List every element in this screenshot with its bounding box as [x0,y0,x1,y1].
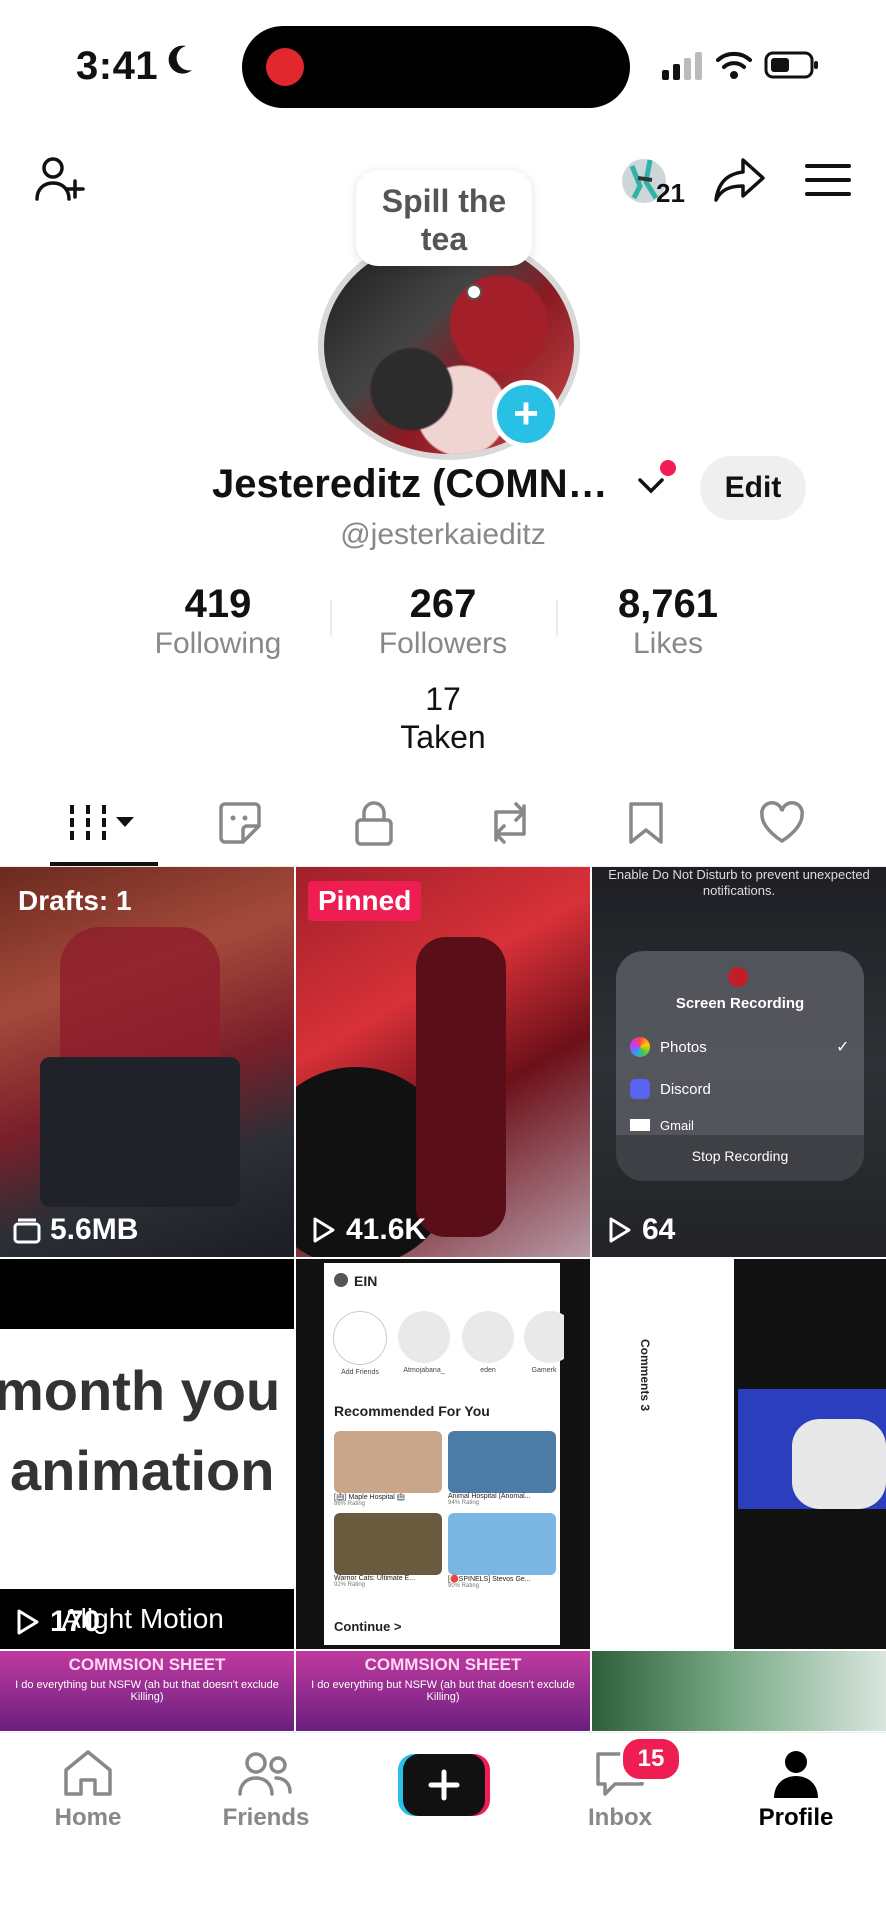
stat-likes[interactable]: 8,761 Likes [568,582,768,662]
sheet-subtitle: I do everything but NSFW (ah but that do… [311,1679,575,1703]
play-icon [313,1217,335,1243]
chevron-down-icon[interactable] [636,474,666,498]
notification-dot [660,460,676,476]
sticker-icon [219,802,261,844]
battery-icon [764,50,820,80]
nav-profile[interactable]: Profile [736,1748,856,1832]
option-discord: Discord [660,1080,711,1098]
stat-taken[interactable]: 17 Taken [343,680,543,756]
active-tab-indicator [50,862,158,866]
tab-reposts[interactable] [436,790,584,856]
stat-value: 419 [184,582,252,626]
video-meta: 41.6K [308,1213,426,1247]
play-icon [17,1609,39,1635]
profile-icon [774,1751,818,1798]
video-thumbnail-comments[interactable]: Comments 3 [592,1259,886,1649]
heart-icon [760,801,804,844]
view-count: 41.6K [346,1213,427,1246]
drafts-badge: Drafts: 1 [18,885,132,916]
stat-label: Likes [632,627,704,660]
wifi-icon [716,50,752,80]
add-user-icon[interactable] [30,150,90,210]
nav-label: Inbox [588,1804,652,1831]
menu-icon[interactable] [798,150,858,210]
overlay-title: Screen Recording [675,995,805,1012]
dnd-text: Enable Do Not Disturb to prevent unexpec… [608,867,870,898]
pinned-badge: Pinned [308,881,422,921]
tab-favorites[interactable] [572,790,720,856]
stat-divider [556,600,558,636]
nav-label: Profile [758,1804,834,1831]
tab-stickers[interactable] [166,790,314,856]
discord-icon [630,1079,650,1099]
video-meta: 170 [12,1605,100,1639]
status-time: 3:41 [76,44,159,88]
tab-liked[interactable] [708,790,856,856]
stat-followers[interactable]: 267 Followers [343,582,543,662]
stat-label: Taken [400,719,486,755]
sheet-subtitle: I do everything but NSFW (ah but that do… [15,1679,279,1703]
display-name: Jestereditz (COMN… [212,462,608,506]
note-bubble-tail [466,284,482,300]
stat-label: Followers [378,627,508,660]
continue-link: Continue > [334,1619,402,1634]
option-gmail: Gmail [660,1119,694,1131]
video-meta: 64 [604,1213,675,1247]
add-story-icon[interactable]: + [492,380,560,448]
stat-label: Following [154,627,282,660]
note-bubble[interactable]: Spill the tea [356,170,532,266]
lock-icon [355,801,393,846]
create-button[interactable] [398,1754,490,1816]
home-icon [64,1750,112,1796]
drafts-icon [13,1218,41,1244]
view-count: 64 [642,1213,676,1246]
comments-caption: Comments 3 [638,1339,652,1412]
signal-icon [660,50,706,80]
tab-videos[interactable] [30,790,178,856]
bubbles-count: 21 [656,178,685,208]
gmail-icon [630,1119,650,1131]
inbox-badge: 15 [620,1736,682,1782]
video-thumbnail-text[interactable]: month you animation Alight Motion 170 [0,1259,294,1649]
stat-following[interactable]: 419 Following [118,582,318,662]
stat-value: 267 [409,582,477,626]
sheet-title: COMMSION SHEET [364,1655,522,1674]
stat-value: 8,761 [617,582,719,626]
photos-icon [630,1037,650,1057]
play-icon [609,1217,631,1243]
video-meta: 5.6MB [12,1213,138,1247]
checkmark-icon: ✓ [836,1039,850,1056]
video-text: month you animation [0,1351,294,1551]
nav-home[interactable]: Home [28,1748,148,1832]
video-thumbnail-commission-sheet[interactable]: COMMSION SHEET I do everything but NSFW … [0,1651,294,1731]
video-thumbnail-pinned[interactable]: Pinned 41.6K [296,867,590,1257]
friends-icon [238,1752,292,1796]
stat-divider [330,600,332,636]
option-photos: Photos [660,1038,707,1056]
edit-profile-button[interactable]: Edit [700,456,806,520]
nav-label: Home [54,1804,122,1831]
moon-icon [166,44,194,85]
repost-icon [494,802,526,844]
video-thumbnail-app-screenshot[interactable]: EIN Add Friends Atmojabana_ eden Gamerk … [296,1259,590,1649]
share-icon[interactable] [710,150,770,210]
tab-private[interactable] [300,790,448,856]
app-title: EIN [354,1273,378,1289]
stop-recording-button: Stop Recording [616,1135,864,1181]
video-thumbnail-commission-sheet[interactable]: COMMSION SHEET I do everything but NSFW … [296,1651,590,1731]
nav-friends[interactable]: Friends [206,1748,326,1832]
section-title: Recommended For You [334,1403,490,1419]
draft-size: 5.6MB [50,1213,139,1246]
username-handle: @jesterkaieditz [340,518,546,551]
view-count: 170 [50,1605,101,1638]
video-thumbnail-screen-recording[interactable]: Enable Do Not Disturb to prevent unexpec… [592,867,886,1257]
bookmark-icon [629,802,663,844]
stat-value: 17 [425,681,461,717]
recording-indicator [266,48,304,86]
video-thumbnail-landscape[interactable] [592,1651,886,1731]
grid-icon [70,805,134,841]
nav-label: Friends [222,1804,310,1831]
sheet-title: COMMSION SHEET [68,1655,226,1674]
video-thumbnail-drafts[interactable]: Drafts: 1 5.6MB [0,867,294,1257]
